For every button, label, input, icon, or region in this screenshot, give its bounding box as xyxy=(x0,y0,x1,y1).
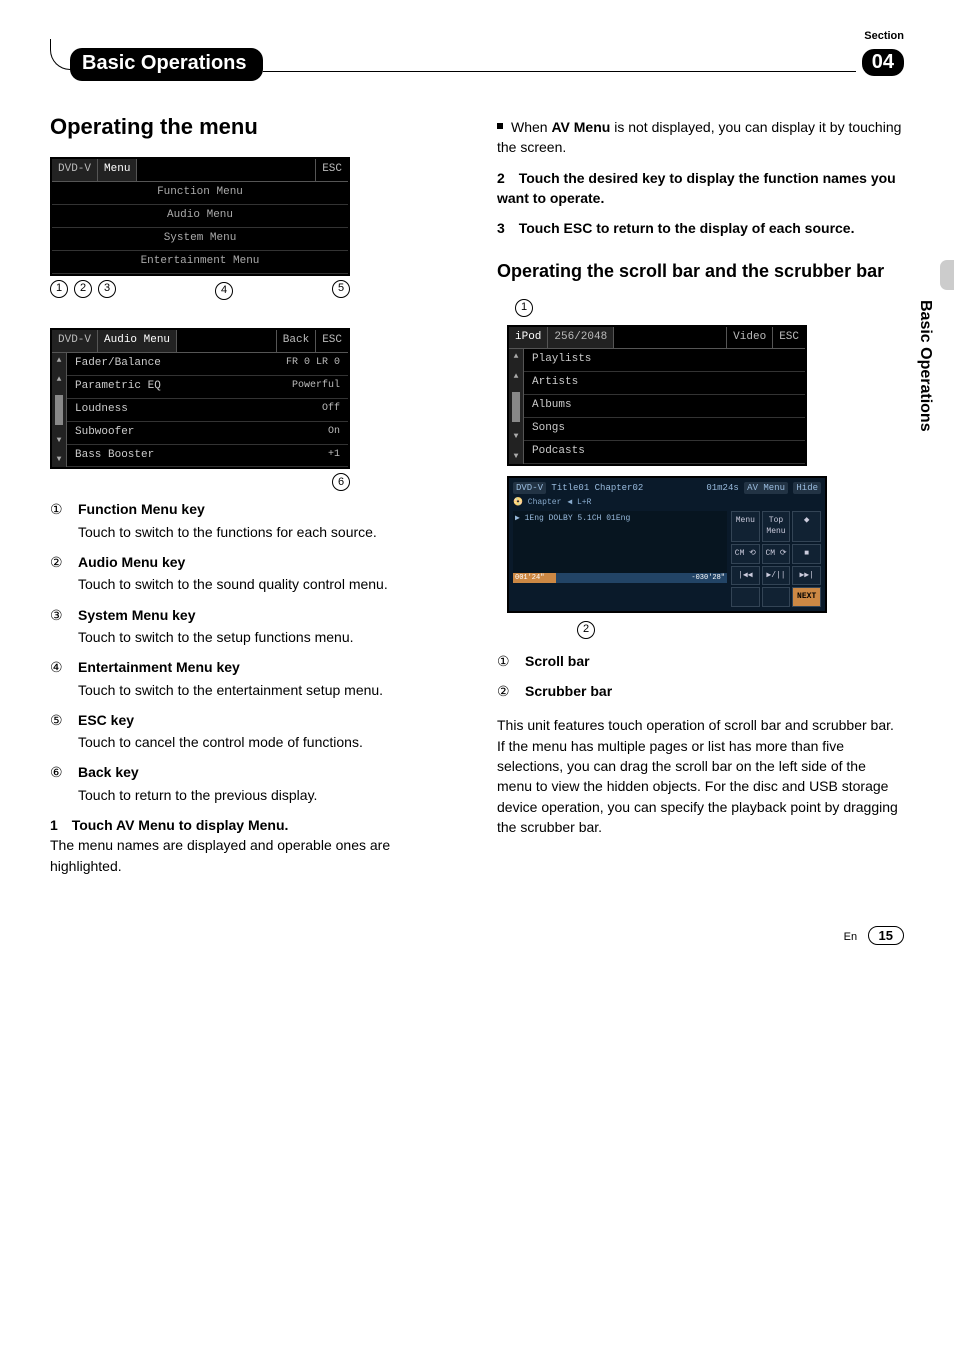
definition-item: ② Scrubber bar xyxy=(497,681,904,701)
menu-button[interactable]: Menu xyxy=(731,511,760,542)
callout-5: 5 xyxy=(332,280,350,298)
callout-2: 2 xyxy=(74,280,92,298)
menu-title: Menu xyxy=(98,159,137,181)
scroll-bar[interactable]: ▲▲ ▼▼ xyxy=(52,353,67,468)
menu-screenshot: DVD-V Menu ESC Function Menu Audio Menu … xyxy=(50,157,350,276)
audio-row[interactable]: Parametric EQPowerful xyxy=(67,376,348,399)
definition-item: ① Function Menu key Touch to switch to t… xyxy=(50,499,457,542)
menu-item[interactable]: Entertainment Menu xyxy=(52,251,348,274)
next-button[interactable]: NEXT xyxy=(792,587,821,607)
scroll-bar[interactable]: ▲▲ ▼▼ xyxy=(509,349,524,464)
callout-scrubber: 2 xyxy=(577,621,595,639)
list-item[interactable]: Playlists xyxy=(524,349,805,372)
definition-item: ① Scroll bar xyxy=(497,651,904,671)
playback-info: ▶ 1Eng DOLBY 5.1CH 01Eng xyxy=(513,511,632,527)
video-button[interactable]: Video xyxy=(726,327,772,349)
audio-row[interactable]: Fader/BalanceFR 0 LR 0 xyxy=(67,353,348,376)
definition-item: ⑤ ESC key Touch to cancel the control mo… xyxy=(50,710,457,753)
menu-item[interactable]: System Menu xyxy=(52,228,348,251)
prev-button[interactable]: |◀◀ xyxy=(731,566,760,586)
back-button[interactable]: Back xyxy=(276,330,315,352)
side-label: Basic Operations xyxy=(916,300,934,432)
callout-1: 1 xyxy=(50,280,68,298)
section-number-badge: 04 xyxy=(862,49,904,76)
chapter-title: Basic Operations xyxy=(70,48,263,81)
audio-menu-screenshot: DVD-V Audio Menu Back ESC ▲▲ ▼▼ Fader/Ba… xyxy=(50,328,350,470)
cm-fwd-button[interactable]: CM ⟳ xyxy=(762,544,791,564)
ipod-screenshot: iPod 256/2048 Video ESC ▲▲ ▼▼ Playlists … xyxy=(507,325,807,467)
play-pause-button[interactable]: ▶/|| xyxy=(762,566,791,586)
audio-row[interactable]: LoudnessOff xyxy=(67,399,348,422)
list-item[interactable]: Albums xyxy=(524,395,805,418)
menu-item[interactable]: Function Menu xyxy=(52,182,348,205)
thumb-tab xyxy=(940,260,954,290)
av-menu-button[interactable]: AV Menu xyxy=(744,482,788,494)
section-label: Section xyxy=(864,30,904,42)
step-3: 3 Touch ESC to return to the display of … xyxy=(497,218,904,238)
right-column: When AV Menu is not displayed, you can d… xyxy=(497,111,904,886)
source-tab: DVD-V xyxy=(52,330,98,352)
definition-item: ⑥ Back key Touch to return to the previo… xyxy=(50,762,457,805)
step-2: 2 Touch the desired key to display the f… xyxy=(497,168,904,209)
playback-screenshot: DVD-V Title01 Chapter02 01m24s AV Menu H… xyxy=(507,476,827,613)
chapter-header: Basic Operations 04 xyxy=(50,48,904,81)
top-menu-button[interactable]: Top Menu xyxy=(762,511,791,542)
menu-callouts: 1 2 3 4 5 xyxy=(50,280,350,300)
left-column: Operating the menu DVD-V Menu ESC Functi… xyxy=(50,111,457,886)
explanation-paragraph: This unit features touch operation of sc… xyxy=(497,715,904,837)
definition-item: ④ Entertainment Menu key Touch to switch… xyxy=(50,657,457,700)
menu-item[interactable]: Audio Menu xyxy=(52,205,348,228)
stop-button[interactable]: ■ xyxy=(792,544,821,564)
audio-menu-title: Audio Menu xyxy=(98,330,177,352)
operating-menu-heading: Operating the menu xyxy=(50,111,457,143)
list-item[interactable]: Podcasts xyxy=(524,441,805,464)
source-tag: DVD-V xyxy=(513,482,546,494)
cm-back-button[interactable]: CM ⟲ xyxy=(731,544,760,564)
playback-controls: Menu Top Menu ⬥ CM ⟲ CM ⟳ ■ |◀◀ ▶/|| ▶▶|… xyxy=(731,511,821,607)
dpad-button[interactable]: ⬥ xyxy=(792,511,821,542)
definition-item: ③ System Menu key Touch to switch to the… xyxy=(50,605,457,648)
audio-row[interactable]: Bass Booster+1 xyxy=(67,445,348,468)
callout-3: 3 xyxy=(98,280,116,298)
esc-button[interactable]: ESC xyxy=(315,330,348,352)
page-number: 15 xyxy=(868,926,904,945)
next-track-button[interactable]: ▶▶| xyxy=(792,566,821,586)
esc-button[interactable]: ESC xyxy=(772,327,805,349)
source-tab: iPod xyxy=(509,327,548,349)
esc-button[interactable]: ESC xyxy=(315,159,348,181)
page-footer: En 15 xyxy=(50,926,904,945)
audio-row[interactable]: SubwooferOn xyxy=(67,422,348,445)
callout-6: 6 xyxy=(332,473,350,491)
definition-item: ② Audio Menu key Touch to switch to the … xyxy=(50,552,457,595)
audio-callouts: 6 xyxy=(50,473,350,491)
scrubber-bar[interactable]: 001'24" -030'28" xyxy=(513,573,727,583)
step-1: 1 Touch AV Menu to display Menu. The men… xyxy=(50,815,457,876)
scroll-scrubber-heading: Operating the scroll bar and the scrubbe… xyxy=(497,258,904,284)
counter: 256/2048 xyxy=(548,327,614,349)
callout-scroll: 1 xyxy=(515,299,533,317)
note: When AV Menu is not displayed, you can d… xyxy=(497,117,904,158)
list-item[interactable]: Artists xyxy=(524,372,805,395)
source-tab: DVD-V xyxy=(52,159,98,181)
hide-button[interactable]: Hide xyxy=(793,482,821,494)
callout-4: 4 xyxy=(215,282,233,300)
list-item[interactable]: Songs xyxy=(524,418,805,441)
